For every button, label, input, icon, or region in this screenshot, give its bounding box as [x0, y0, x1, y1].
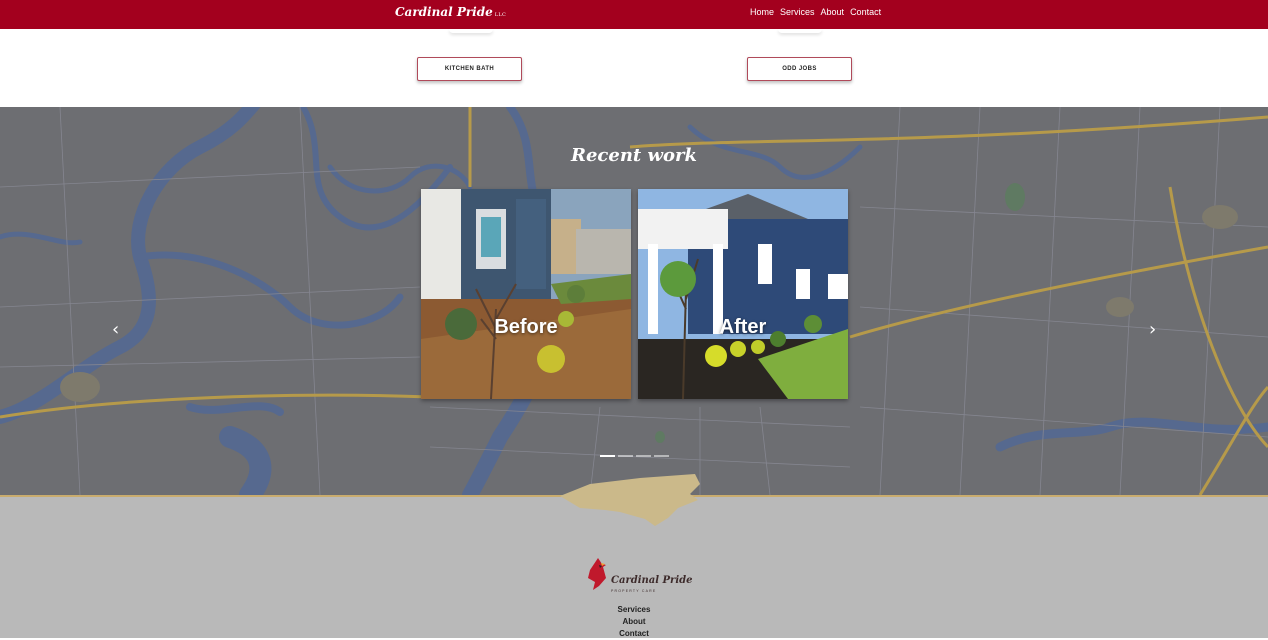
- footer-logo-text: Cardinal Pride: [611, 575, 693, 586]
- carousel-indicators: [600, 455, 669, 457]
- chevron-left-icon[interactable]: ‹: [112, 319, 119, 340]
- footer-links: Services About Contact: [0, 604, 1268, 640]
- recent-work-title: Recent work: [571, 145, 697, 166]
- before-label: Before: [494, 316, 558, 338]
- north-carolina-state-icon: [560, 474, 700, 526]
- nav-services[interactable]: Services: [780, 7, 815, 17]
- footer-link-contact[interactable]: Contact: [0, 628, 1268, 640]
- carousel-dot[interactable]: [654, 455, 669, 457]
- main-nav: Home Services About Contact: [750, 7, 881, 17]
- nav-home[interactable]: Home: [750, 7, 774, 17]
- carousel-dot[interactable]: [600, 455, 615, 457]
- kitchen-bath-button[interactable]: KITCHEN BATH: [417, 57, 522, 81]
- after-photo-image: [638, 189, 848, 399]
- footer-logo-subtitle: PROPERTY CARE: [611, 589, 657, 593]
- carousel-dot[interactable]: [618, 455, 633, 457]
- top-navbar: Cardinal Pride LLC Home Services About Co…: [0, 0, 1268, 29]
- brand-suffix: LLC: [494, 12, 507, 18]
- before-photo-image: [421, 189, 631, 399]
- nav-about[interactable]: About: [821, 7, 845, 17]
- brand-name: Cardinal Pride: [395, 5, 493, 19]
- after-label: After: [719, 316, 767, 338]
- footer-link-services[interactable]: Services: [0, 604, 1268, 616]
- before-photo[interactable]: Before: [421, 189, 631, 399]
- odd-jobs-button[interactable]: ODD JOBS: [747, 57, 852, 81]
- recent-work-section: Recent work Before After ‹ ›: [0, 107, 1268, 495]
- carousel-dot[interactable]: [636, 455, 651, 457]
- nav-contact[interactable]: Contact: [850, 7, 881, 17]
- footer-logo[interactable]: Cardinal Pride PROPERTY CARE: [584, 556, 692, 600]
- footer-link-about[interactable]: About: [0, 616, 1268, 628]
- brand-logo[interactable]: Cardinal Pride LLC: [395, 5, 506, 19]
- after-photo[interactable]: After: [638, 189, 848, 399]
- services-strip: KITCHEN BATH ODD JOBS: [0, 29, 1268, 107]
- cardinal-bird-icon: [588, 558, 606, 590]
- service-card-edge: [778, 29, 822, 33]
- chevron-right-icon[interactable]: ›: [1149, 319, 1156, 340]
- service-card-edge: [449, 29, 493, 33]
